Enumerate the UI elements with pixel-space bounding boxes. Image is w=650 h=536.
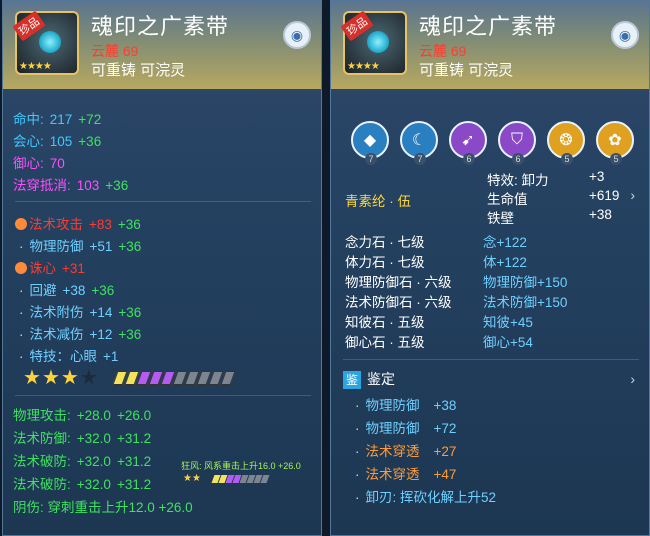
effect-value: +619 bbox=[589, 188, 620, 203]
gem-slot-shield-icon[interactable]: ⛉ 6 bbox=[498, 121, 536, 165]
chevron-right-icon[interactable]: › bbox=[630, 371, 635, 387]
item-icon: 珍品 ★★★★ bbox=[12, 10, 79, 75]
star-icon: ★ bbox=[23, 367, 42, 389]
gem-slot-row: ◆ 7 ☾ 7 ➹ 6 ⛉ 6 ❂ 5 ✿ 5 bbox=[351, 121, 634, 165]
item-stars-icon: ★★★★ bbox=[19, 61, 52, 72]
base-stat-row: 法穿抵消: 103 +36 bbox=[13, 178, 129, 193]
effect-value: +3 bbox=[589, 169, 605, 184]
bullet-icon: · bbox=[19, 305, 24, 320]
effect-row: 生命值 bbox=[487, 192, 528, 207]
stone-label: 法术防御石 · 六级 bbox=[345, 295, 452, 310]
refine-row: 法术防御: +32.0 +31.2 bbox=[13, 431, 152, 446]
effect-row: 特效: 卸力 bbox=[487, 173, 549, 188]
effect-row: 铁壁 bbox=[487, 211, 514, 226]
preview-eye-button[interactable]: ◉ bbox=[283, 21, 311, 49]
refine-row: 物理攻击: +28.0 +26.0 bbox=[13, 408, 152, 423]
star-empty-icon: ★ bbox=[79, 367, 99, 389]
gem-slot-moon-icon[interactable]: ☾ 7 bbox=[400, 121, 438, 165]
mini-stars: ★★ bbox=[183, 473, 201, 484]
stone-bonus: 御心+54 bbox=[483, 335, 533, 350]
appraisal-line: · 卸刃: 挥砍化解上升52 bbox=[355, 490, 497, 505]
chevron-right-icon[interactable]: › bbox=[630, 187, 635, 203]
appraisal-badge-icon: 鉴 bbox=[343, 371, 361, 389]
gem-slot-arrow-icon[interactable]: ➹ 6 bbox=[449, 121, 487, 165]
affix-row: · 物理防御 +51 +36 bbox=[19, 239, 142, 254]
eye-icon: ◉ bbox=[290, 26, 304, 43]
appraisal-line: · 法术穿透 +47 bbox=[355, 467, 457, 482]
mini-note: 狂风: 风系重击上升16.0 +26.0 bbox=[181, 461, 301, 471]
bullet-icon: · bbox=[19, 239, 24, 254]
stone-label: 物理防御石 · 六级 bbox=[345, 275, 452, 290]
appraisal-header[interactable]: 鉴鉴定 bbox=[343, 369, 401, 389]
item-gem-icon bbox=[367, 31, 389, 53]
item-name: 魂印之广素带 bbox=[419, 14, 558, 39]
base-stat-row: 命中: 217 +72 bbox=[13, 112, 102, 127]
stone-label: 知彼石 · 五级 bbox=[345, 315, 425, 330]
refine-row-last: 阴伤: 穿刺重击上升12.0 +26.0 bbox=[13, 500, 193, 515]
affix-row: · 法术附伤 +14 +36 bbox=[19, 305, 142, 320]
stone-bonus: 知彼+45 bbox=[483, 315, 533, 330]
stone-label: 念力石 · 七级 bbox=[345, 235, 425, 250]
divider bbox=[15, 395, 311, 396]
star-rating: ★★★★ bbox=[23, 365, 99, 390]
appraisal-line: · 物理防御 +72 bbox=[355, 421, 457, 436]
refine-row: 法术破防: +32.0 +31.2 bbox=[13, 454, 152, 469]
item-tooltip-left: 珍品 ★★★★ 魂印之广素带 云麓 69 可重铸 可浣灵 ◉ 命中: 217 +72… bbox=[2, 0, 322, 536]
refine-progress-bar bbox=[112, 371, 236, 385]
affix-row: · 法术减伤 +12 +36 bbox=[19, 327, 142, 342]
appraisal-line: · 物理防御 +38 bbox=[355, 398, 457, 413]
gem-slot-stone-icon[interactable]: ◆ 7 bbox=[351, 121, 389, 165]
mini-progress-bar bbox=[211, 475, 270, 483]
item-tags: 可重铸 可浣灵 bbox=[419, 62, 514, 79]
item-name: 魂印之广素带 bbox=[91, 14, 230, 39]
star-icon: ★ bbox=[41, 367, 61, 389]
bullet-icon: · bbox=[19, 327, 24, 342]
bullet-icon: · bbox=[19, 349, 24, 364]
eye-icon: ◉ bbox=[618, 26, 632, 43]
appraisal-line: · 法术穿透 +27 bbox=[355, 444, 457, 459]
stone-bonus: 法术防御+150 bbox=[483, 295, 568, 310]
gem-slot-dots-icon[interactable]: ✿ 5 bbox=[596, 121, 634, 165]
affix-row: · 回避 +38 +36 bbox=[19, 283, 115, 298]
stone-label: 御心石 · 五级 bbox=[345, 335, 425, 350]
affix-row: 诛心 +31 bbox=[15, 257, 91, 277]
effect-value: +38 bbox=[589, 207, 612, 222]
bullet-icon: · bbox=[19, 283, 24, 298]
preview-eye-button[interactable]: ◉ bbox=[611, 21, 639, 49]
gem-slot-swirl-icon[interactable]: ❂ 5 bbox=[547, 121, 585, 165]
item-level: 云麓 69 bbox=[419, 43, 467, 59]
base-stat-row: 会心: 105 +36 bbox=[13, 134, 102, 149]
item-level: 云麓 69 bbox=[91, 43, 139, 59]
stone-bonus: 体+122 bbox=[483, 255, 527, 270]
stone-label: 体力石 · 七级 bbox=[345, 255, 425, 270]
star-icon: ★ bbox=[60, 367, 80, 389]
affix-dot-icon bbox=[15, 218, 27, 230]
stone-bonus: 物理防御+150 bbox=[483, 275, 568, 290]
divider bbox=[15, 201, 311, 202]
item-stars-icon: ★★★★ bbox=[347, 61, 380, 72]
item-icon: 珍品 ★★★★ bbox=[340, 10, 407, 75]
item-tooltip-right: 珍品 ★★★★ 魂印之广素带 云麓 69 可重铸 可浣灵 ◉ ◆ 7 ☾ 7 ➹ 6 … bbox=[330, 0, 650, 536]
stone-bonus: 念+122 bbox=[483, 235, 527, 250]
base-stat-row: 御心: 70 bbox=[13, 156, 65, 171]
item-gem-icon bbox=[39, 31, 61, 53]
item-tags: 可重铸 可浣灵 bbox=[91, 62, 186, 79]
divider bbox=[343, 359, 639, 360]
set-name: 青素纶 · 伍 bbox=[345, 194, 411, 209]
affix-dot-icon bbox=[15, 262, 27, 274]
refine-row: 法术破防: +32.0 +31.2 bbox=[13, 477, 152, 492]
affix-row: · 特技：心眼 +1 bbox=[19, 349, 119, 364]
affix-row: 法术攻击 +83 +36 bbox=[15, 213, 147, 233]
